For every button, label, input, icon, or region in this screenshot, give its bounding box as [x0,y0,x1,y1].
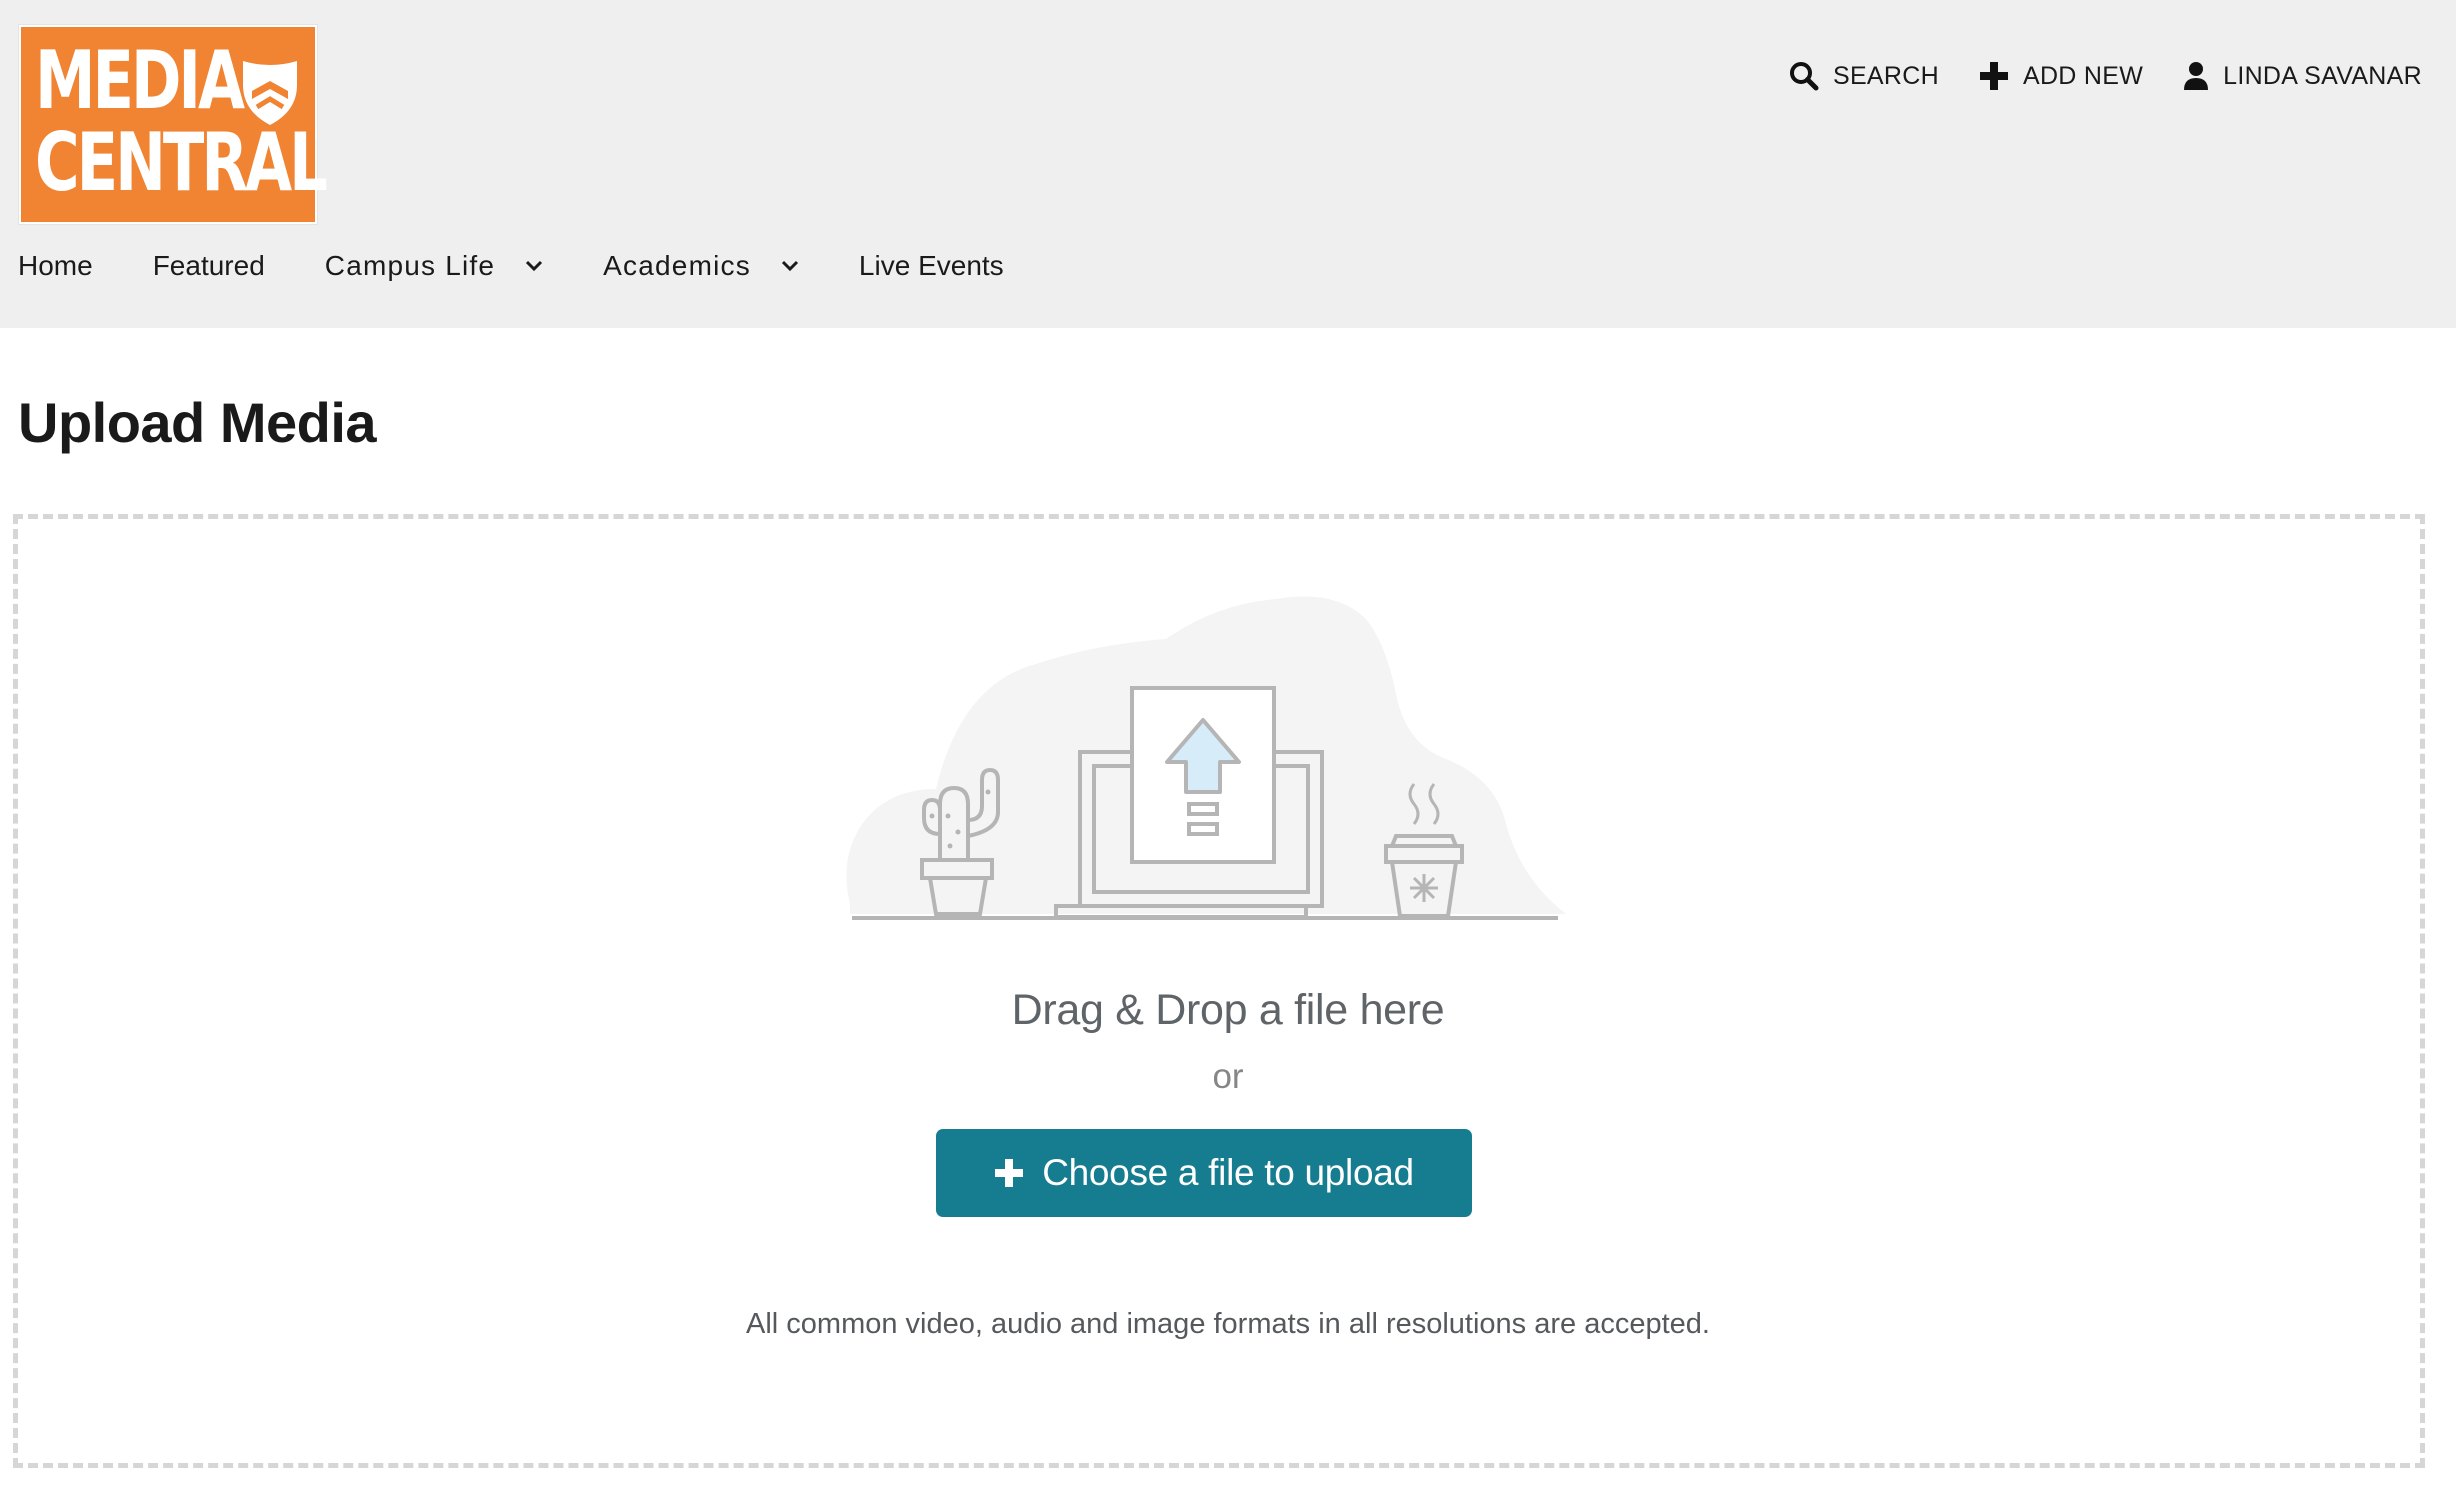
drag-drop-text: Drag & Drop a file here [1011,986,1445,1034]
main-nav: Home Featured Campus Life Academics Live… [18,245,1064,287]
user-menu-button[interactable]: LINDA SAVANAR [2183,61,2422,91]
nav-item-label: Home [18,250,93,281]
chevron-down-icon [526,260,543,272]
accepted-formats-text: All common video, audio and image format… [746,1308,1710,1340]
nav-item-live-events[interactable]: Live Events [859,250,1004,282]
nav-item-campus-life[interactable]: Campus Life [325,250,543,282]
nav-item-label: Academics [603,250,751,281]
search-button[interactable]: SEARCH [1789,61,1939,91]
or-text: or [1212,1057,1244,1096]
search-icon [1789,62,1819,91]
nav-item-label: Live Events [858,250,1004,281]
shield-icon [243,61,297,125]
page-title: Upload Media [18,391,377,454]
plus-icon [1979,62,2008,90]
site-header: MEDIA CENTRAL SEARCH ADD NEW LINDA SAVAN… [0,0,2456,328]
chevron-down-icon [781,260,798,272]
choose-file-button[interactable]: Choose a file to upload [936,1129,1472,1217]
search-label: SEARCH [1832,61,1939,90]
add-new-label: ADD NEW [2022,61,2144,90]
nav-item-home[interactable]: Home [18,250,93,282]
plus-icon [995,1159,1024,1187]
nav-item-label: Campus Life [324,250,496,281]
upload-illustration-icon [846,596,1566,920]
logo-line-media: MEDIA [35,34,245,127]
nav-item-academics[interactable]: Academics [603,250,799,282]
nav-item-featured[interactable]: Featured [153,250,265,282]
choose-file-button-label: Choose a file to upload [1042,1152,1414,1193]
nav-item-label: Featured [152,250,265,281]
media-central-logo[interactable]: MEDIA CENTRAL [19,25,328,224]
user-name-label: LINDA SAVANAR [2223,61,2422,90]
user-icon [2184,62,2209,90]
logo-line-central: CENTRAL [35,116,328,209]
top-actions: SEARCH ADD NEW LINDA SAVANAR [1789,58,2422,94]
add-new-button[interactable]: ADD NEW [1979,61,2143,91]
